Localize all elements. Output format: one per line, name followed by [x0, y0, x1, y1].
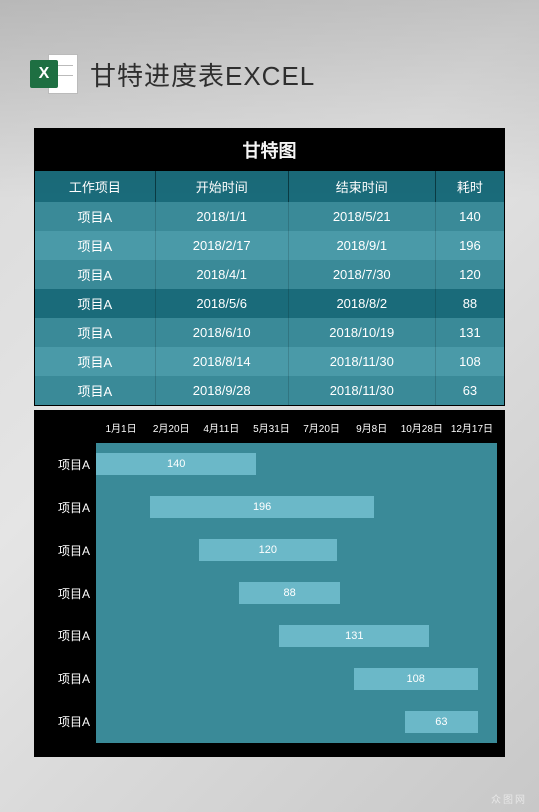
gantt-bar: 140: [96, 453, 256, 475]
cell-end: 2018/11/30: [288, 347, 435, 376]
gantt-row-label: 项目A: [42, 443, 96, 486]
gantt-bar: 131: [279, 625, 429, 647]
cell-start: 2018/8/14: [155, 347, 288, 376]
table-row: 项目A2018/8/142018/11/30108: [35, 347, 504, 376]
gantt-row-label: 项目A: [42, 529, 96, 572]
axis-tick: 5月31日: [246, 420, 296, 435]
cell-name: 项目A: [35, 318, 155, 347]
excel-icon: X: [30, 50, 78, 98]
table-row: 项目A2018/9/282018/11/3063: [35, 376, 504, 405]
cell-start: 2018/1/1: [155, 202, 288, 231]
axis-tick: 7月20日: [297, 420, 347, 435]
cell-duration: 63: [435, 376, 504, 405]
gantt-row-label: 项目A: [42, 700, 96, 743]
cell-name: 项目A: [35, 347, 155, 376]
table-title: 甘特图: [35, 129, 504, 171]
cell-duration: 196: [435, 231, 504, 260]
cell-end: 2018/9/1: [288, 231, 435, 260]
cell-start: 2018/6/10: [155, 318, 288, 347]
col-duration: 耗时: [435, 171, 504, 202]
table-row: 项目A2018/5/62018/8/288: [35, 289, 504, 318]
gantt-row-label: 项目A: [42, 572, 96, 615]
cell-duration: 140: [435, 202, 504, 231]
gantt-row-label: 项目A: [42, 657, 96, 700]
gantt-bar: 120: [199, 539, 336, 561]
cell-start: 2018/4/1: [155, 260, 288, 289]
gantt-data-table: 工作项目 开始时间 结束时间 耗时 项目A2018/1/12018/5/2114…: [35, 171, 504, 405]
cell-name: 项目A: [35, 376, 155, 405]
table-row: 项目A2018/6/102018/10/19131: [35, 318, 504, 347]
axis-tick: 9月8日: [347, 420, 397, 435]
axis-tick: 2月20日: [146, 420, 196, 435]
gantt-bar: 88: [239, 582, 340, 604]
table-row: 项目A2018/2/172018/9/1196: [35, 231, 504, 260]
watermark: 众图网: [491, 791, 527, 806]
cell-end: 2018/7/30: [288, 260, 435, 289]
page-title: 甘特进度表EXCEL: [90, 56, 315, 93]
cell-end: 2018/11/30: [288, 376, 435, 405]
cell-name: 项目A: [35, 260, 155, 289]
gantt-bar: 63: [405, 711, 477, 733]
header: X 甘特进度表EXCEL: [0, 0, 539, 98]
cell-name: 项目A: [35, 231, 155, 260]
gantt-chart: 1月1日2月20日4月11日5月31日7月20日9月8日10月28日12月17日…: [34, 410, 505, 757]
cell-end: 2018/8/2: [288, 289, 435, 318]
gantt-row-label: 项目A: [42, 486, 96, 529]
cell-duration: 88: [435, 289, 504, 318]
col-start: 开始时间: [155, 171, 288, 202]
col-end: 结束时间: [288, 171, 435, 202]
table-row: 项目A2018/1/12018/5/21140: [35, 202, 504, 231]
cell-name: 项目A: [35, 289, 155, 318]
axis-tick: 10月28日: [397, 420, 447, 435]
gantt-row-label: 项目A: [42, 614, 96, 657]
gantt-x-axis: 1月1日2月20日4月11日5月31日7月20日9月8日10月28日12月17日: [42, 420, 497, 435]
gantt-bar: 108: [354, 668, 478, 690]
cell-duration: 120: [435, 260, 504, 289]
gantt-plot-area: 140 196 120 88 131 108 63: [96, 443, 497, 743]
gantt-table-card: 甘特图 工作项目 开始时间 结束时间 耗时 项目A2018/1/12018/5/…: [34, 128, 505, 406]
excel-badge-letter: X: [30, 60, 58, 88]
cell-name: 项目A: [35, 202, 155, 231]
axis-tick: 12月17日: [447, 420, 497, 435]
table-header-row: 工作项目 开始时间 结束时间 耗时: [35, 171, 504, 202]
gantt-bar: 196: [150, 496, 375, 518]
cell-duration: 131: [435, 318, 504, 347]
gantt-y-labels: 项目A项目A项目A项目A项目A项目A项目A: [42, 443, 96, 743]
axis-tick: 1月1日: [96, 420, 146, 435]
col-project: 工作项目: [35, 171, 155, 202]
cell-end: 2018/10/19: [288, 318, 435, 347]
table-row: 项目A2018/4/12018/7/30120: [35, 260, 504, 289]
cell-start: 2018/9/28: [155, 376, 288, 405]
cell-start: 2018/2/17: [155, 231, 288, 260]
axis-tick: 4月11日: [196, 420, 246, 435]
cell-duration: 108: [435, 347, 504, 376]
cell-start: 2018/5/6: [155, 289, 288, 318]
cell-end: 2018/5/21: [288, 202, 435, 231]
